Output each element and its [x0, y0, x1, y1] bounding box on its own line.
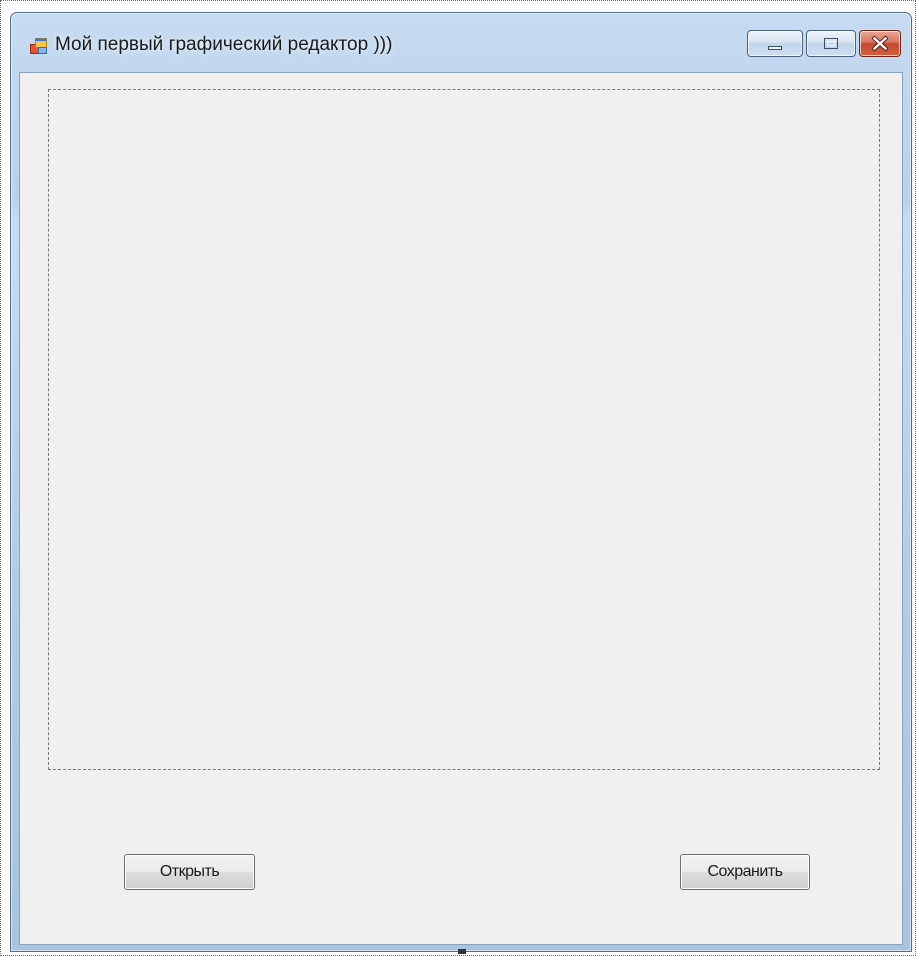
open-button[interactable]: Открыть: [124, 854, 255, 890]
designer-resize-grip[interactable]: [458, 949, 466, 954]
title-bar[interactable]: Мой первый графический редактор ))): [11, 13, 911, 73]
form-app-icon: [30, 38, 47, 54]
close-icon: [871, 35, 889, 52]
save-button[interactable]: Сохранить: [680, 854, 810, 890]
window-title: Мой первый графический редактор ))): [55, 34, 393, 55]
window-bottom-border: [11, 943, 911, 954]
close-button[interactable]: [859, 30, 901, 57]
minimize-icon: [768, 46, 782, 50]
maximize-icon: [824, 38, 838, 49]
form-window[interactable]: Мой первый графический редактор ))) Откр…: [10, 12, 912, 954]
picture-box[interactable]: [48, 89, 880, 770]
maximize-button[interactable]: [806, 30, 856, 57]
form-client-area: Открыть Сохранить: [19, 72, 903, 945]
minimize-button[interactable]: [747, 30, 803, 57]
caption-buttons: [744, 30, 901, 58]
